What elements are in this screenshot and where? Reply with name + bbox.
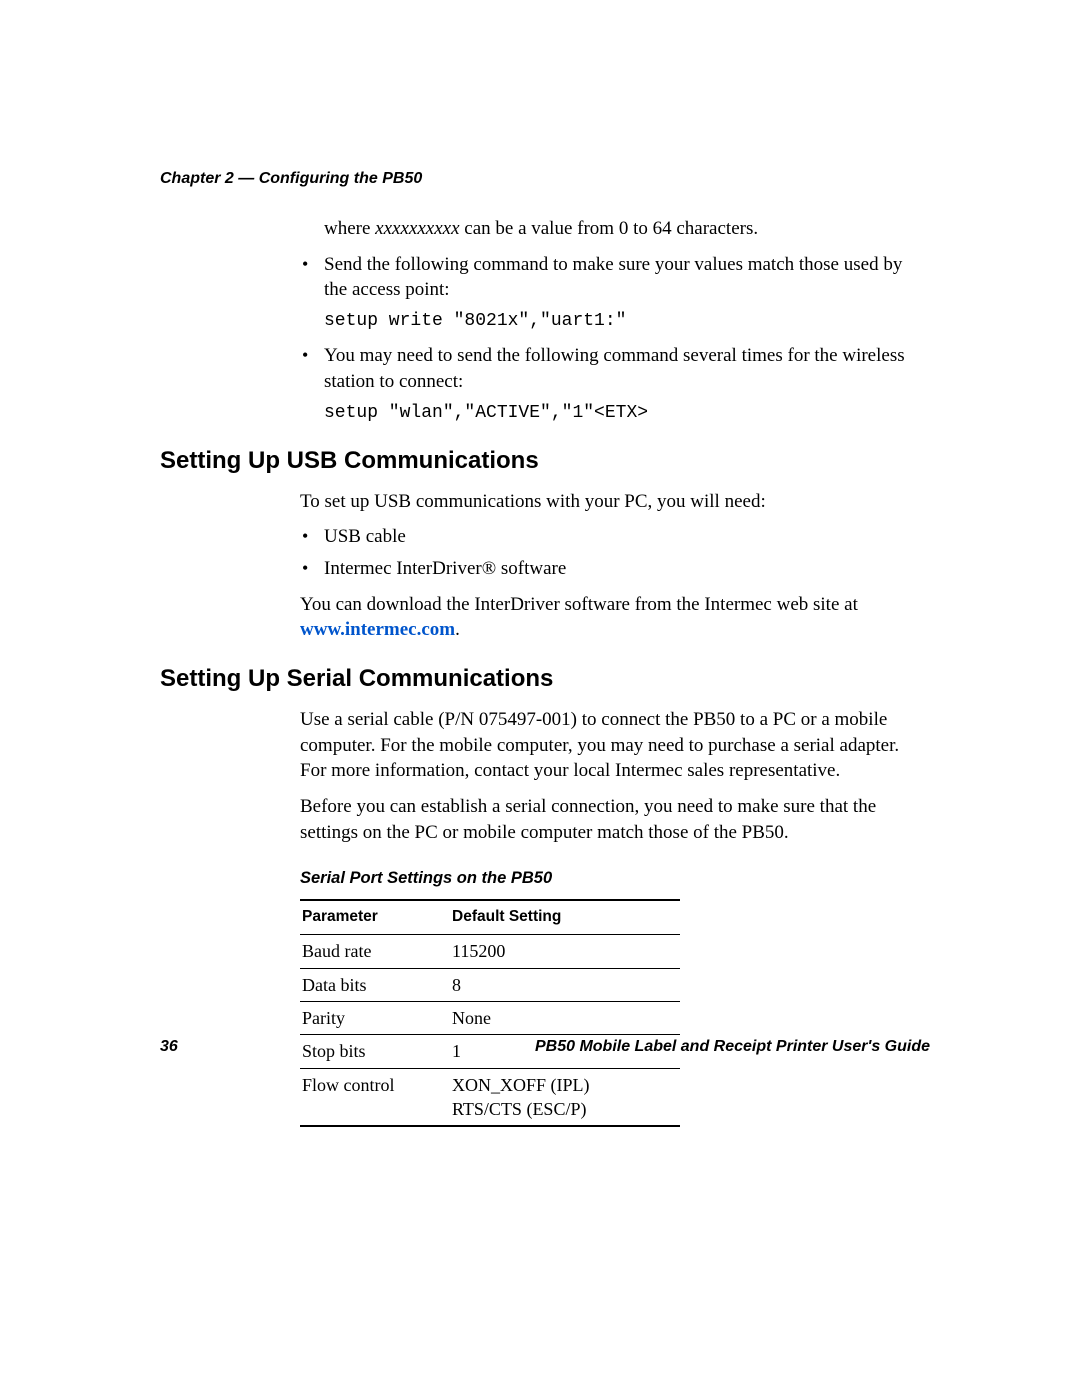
cell-param: Parity [300,1001,450,1034]
table-caption: Serial Port Settings on the PB50 [300,867,920,889]
heading-usb: Setting Up USB Communications [160,447,930,475]
cell-value: XON_XOFF (IPL) RTS/CTS (ESC/P) [450,1068,680,1126]
usb-download: You can download the InterDriver softwar… [300,592,920,643]
page-footer: 36 PB50 Mobile Label and Receipt Printer… [160,1038,930,1056]
where-prefix: where [324,218,375,239]
heading-serial: Setting Up Serial Communications [160,665,930,693]
serial-para2: Before you can establish a serial connec… [300,794,920,845]
page-content: Chapter 2 — Configuring the PB50 where x… [160,170,930,1127]
usb-intro: To set up USB communications with your P… [300,489,920,515]
cell-param: Flow control [300,1068,450,1126]
intermec-link[interactable]: www.intermec.com [300,619,455,640]
cell-param: Baud rate [300,935,450,968]
bullet-repeat-command: • You may need to send the following com… [300,343,920,394]
bullet-usb-cable: • USB cable [300,524,920,550]
bullet-text: Intermec InterDriver® software [324,556,920,582]
code-send: setup write "8021x","uart1:" [324,309,920,333]
bullet-icon: • [300,343,324,394]
where-line: where xxxxxxxxxx can be a value from 0 t… [324,216,920,242]
where-suffix: can be a value from 0 to 64 characters. [460,218,759,239]
bullet-icon: • [300,524,324,550]
bullet-icon: • [300,252,324,303]
cell-value: None [450,1001,680,1034]
serial-para1: Use a serial cable (P/N 075497-001) to c… [300,707,920,784]
cell-value: 115200 [450,935,680,968]
col-parameter: Parameter [300,900,450,934]
serial-settings-table: Parameter Default Setting Baud rate 1152… [300,899,680,1127]
body-column: where xxxxxxxxxx can be a value from 0 t… [300,216,920,425]
bullet-send-command: • Send the following command to make sur… [300,252,920,303]
page-number: 36 [160,1038,178,1056]
table-row: Flow control XON_XOFF (IPL) RTS/CTS (ESC… [300,1068,680,1126]
code-repeat: setup "wlan","ACTIVE","1"<ETX> [324,401,920,425]
table-header-row: Parameter Default Setting [300,900,680,934]
bullet-text: You may need to send the following comma… [324,343,920,394]
bullet-text: Send the following command to make sure … [324,252,920,303]
serial-section: Use a serial cable (P/N 075497-001) to c… [300,707,920,1127]
cell-value: 8 [450,968,680,1001]
download-prefix: You can download the InterDriver softwar… [300,594,858,615]
bullet-interdriver: • Intermec InterDriver® software [300,556,920,582]
where-var: xxxxxxxxxx [375,218,459,239]
col-default: Default Setting [450,900,680,934]
bullet-text: USB cable [324,524,920,550]
table-row: Baud rate 115200 [300,935,680,968]
bullet-icon: • [300,556,324,582]
footer-title: PB50 Mobile Label and Receipt Printer Us… [535,1038,930,1056]
table-row: Data bits 8 [300,968,680,1001]
running-header: Chapter 2 — Configuring the PB50 [160,170,930,188]
usb-section: To set up USB communications with your P… [300,489,920,643]
table-row: Parity None [300,1001,680,1034]
cell-param: Data bits [300,968,450,1001]
download-suffix: . [455,619,460,640]
